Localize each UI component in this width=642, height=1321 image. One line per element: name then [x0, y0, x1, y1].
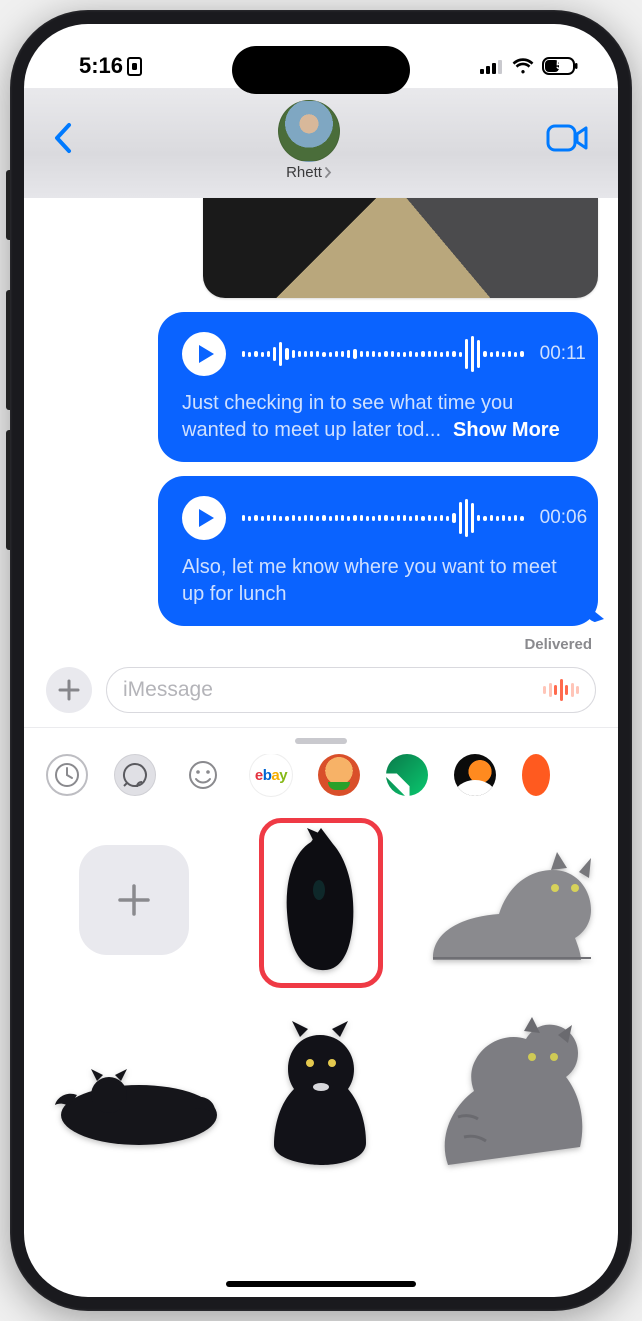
waveform[interactable]: document.write(Array.from({length:46},(_… [242, 496, 524, 540]
contact-name-label: Rhett [286, 164, 322, 181]
delivered-status: Delivered [44, 636, 592, 653]
audio-message-1[interactable]: document.write(Array.from({length:46},(_… [158, 312, 598, 462]
message-thread[interactable]: document.write(Array.from({length:46},(_… [24, 198, 618, 653]
add-sticker-cell[interactable] [46, 810, 221, 990]
cellular-icon [480, 59, 504, 74]
sticker-2[interactable] [421, 810, 596, 990]
grey-cat-lying-sticker [423, 830, 593, 970]
home-indicator[interactable] [226, 1281, 416, 1287]
app-strip[interactable]: ebay [24, 754, 618, 810]
play-button[interactable] [182, 332, 226, 376]
back-button[interactable] [52, 122, 72, 159]
contact-header[interactable]: Rhett [278, 100, 340, 181]
emoji-icon[interactable] [182, 754, 224, 796]
apps-plus-button[interactable] [46, 667, 92, 713]
message-placeholder: iMessage [123, 678, 213, 702]
battery-icon: 50 [542, 57, 578, 75]
sticker-5[interactable] [421, 1002, 596, 1182]
play-button[interactable] [182, 496, 226, 540]
sticker-3[interactable] [46, 1002, 221, 1182]
dark-app-icon[interactable] [454, 754, 496, 796]
drawer-grabber[interactable] [295, 738, 347, 744]
audio-record-button[interactable] [543, 679, 579, 701]
orange-app-icon[interactable] [522, 754, 550, 796]
ebay-app-icon[interactable]: ebay [250, 754, 292, 796]
sticker-grid [24, 810, 618, 1192]
audio-duration: 00:11 [540, 343, 586, 365]
memoji-app-icon[interactable] [318, 754, 360, 796]
fluffy-grey-cat-sticker [428, 1017, 588, 1167]
recents-icon[interactable] [46, 754, 88, 796]
status-time: 5:16 [79, 53, 123, 79]
portrait-lock-icon [127, 57, 142, 76]
sticker-drawer: ebay [24, 727, 618, 1192]
iphone-frame: 5:16 50 [10, 10, 632, 1311]
waveform[interactable]: document.write(Array.from({length:46},(_… [242, 332, 524, 376]
audio-duration: 00:06 [540, 507, 588, 529]
black-cat-lounging-sticker [49, 1037, 219, 1147]
dynamic-island [232, 46, 410, 94]
avatar [278, 100, 340, 162]
nav-bar: Rhett [24, 88, 618, 198]
audio-message-2[interactable]: document.write(Array.from({length:46},(_… [158, 476, 598, 626]
facetime-button[interactable] [546, 123, 590, 158]
sticker-4[interactable] [233, 1002, 408, 1182]
green-app-icon[interactable] [386, 754, 428, 796]
message-input[interactable]: iMessage [106, 667, 596, 713]
black-cat-standing-sticker [271, 820, 371, 980]
show-more-button[interactable]: Show More [453, 419, 560, 441]
audio-transcript: Also, let me know where you want to meet… [182, 554, 574, 608]
wifi-icon [512, 58, 534, 74]
screen: 5:16 50 [24, 24, 618, 1297]
sticker-1[interactable] [233, 810, 408, 990]
audio-transcript: Just checking in to see what time you wa… [182, 390, 574, 444]
chevron-right-icon [324, 167, 332, 178]
sent-photo-message[interactable] [203, 198, 598, 298]
stickers-icon[interactable] [114, 754, 156, 796]
add-sticker-button [79, 845, 189, 955]
compose-bar: iMessage [24, 653, 618, 727]
black-cat-sitting-sticker [256, 1017, 386, 1167]
